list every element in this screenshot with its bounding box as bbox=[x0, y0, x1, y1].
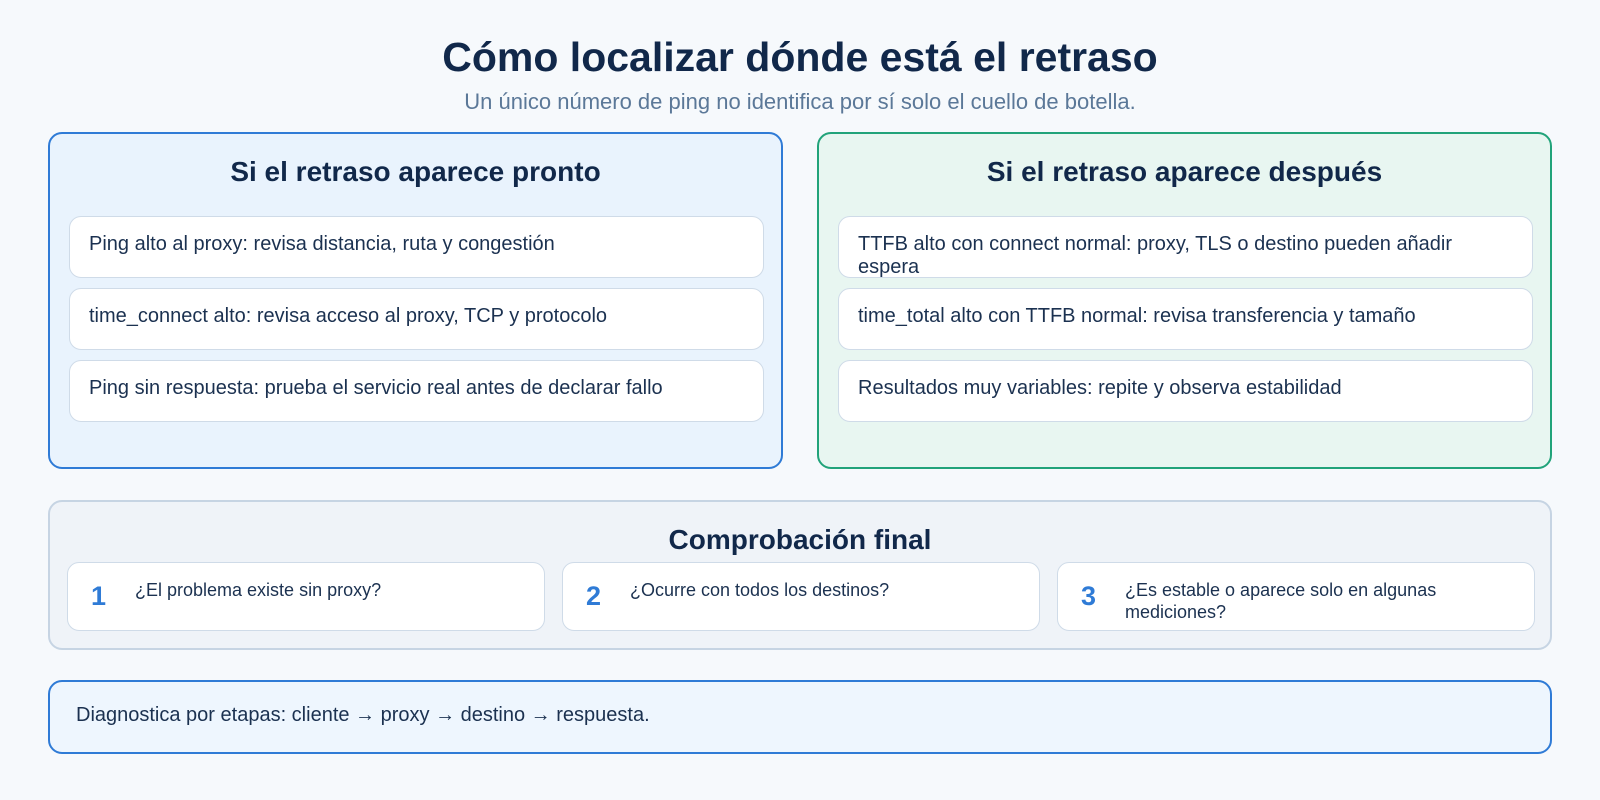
check-step: 1 ¿El problema existe sin proxy? bbox=[67, 562, 545, 631]
step-text: ¿Ocurre con todos los destinos? bbox=[630, 580, 890, 600]
early-delay-title: Si el retraso aparece pronto bbox=[230, 156, 601, 187]
page-subtitle: Un único número de ping no identifica po… bbox=[464, 89, 1136, 114]
check-step: 2 ¿Ocurre con todos los destinos? bbox=[562, 562, 1040, 631]
early-delay-item: Ping sin respuesta: prueba el servicio r… bbox=[69, 360, 764, 422]
early-delay-item: time_connect alto: revisa acceso al prox… bbox=[69, 288, 764, 350]
final-check-title: Comprobación final bbox=[668, 524, 932, 555]
step-number: 3 bbox=[1081, 581, 1097, 611]
step-text: ¿Es estable o aparece solo en algunas me… bbox=[1125, 580, 1437, 622]
step-number: 2 bbox=[586, 581, 602, 611]
final-check-panel: Comprobación final 1 ¿El problema existe… bbox=[48, 500, 1552, 650]
late-delay-item: time_total alto con TTFB normal: revisa … bbox=[838, 288, 1533, 350]
late-delay-panel: Si el retraso aparece después TTFB alto … bbox=[817, 132, 1552, 469]
early-delay-item: Ping alto al proxy: revisa distancia, ru… bbox=[69, 216, 764, 278]
step-text: ¿El problema existe sin proxy? bbox=[135, 580, 382, 600]
late-delay-item: Resultados muy variables: repite y obser… bbox=[838, 360, 1533, 422]
check-step: 3 ¿Es estable o aparece solo en algunas … bbox=[1057, 562, 1535, 631]
summary-text: Diagnostica por etapas: cliente → proxy … bbox=[76, 704, 650, 726]
late-delay-item: TTFB alto con connect normal: proxy, TLS… bbox=[838, 216, 1533, 278]
summary-banner: Diagnostica por etapas: cliente → proxy … bbox=[48, 680, 1552, 754]
early-delay-panel: Si el retraso aparece pronto Ping alto a… bbox=[48, 132, 783, 469]
step-number: 1 bbox=[91, 581, 107, 611]
page-title: Cómo localizar dónde está el retraso bbox=[442, 34, 1158, 80]
late-delay-title: Si el retraso aparece después bbox=[986, 156, 1383, 187]
